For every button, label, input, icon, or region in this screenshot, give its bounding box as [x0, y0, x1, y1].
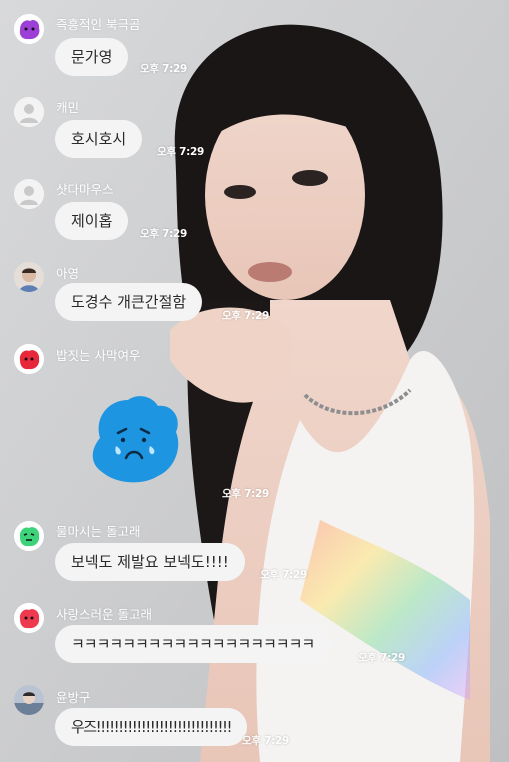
message-bubble: 보넥도 제발요 보넥도!!!! [55, 543, 245, 581]
message-bubble: 우즈!!!!!!!!!!!!!!!!!!!!!!!!!!!!!! [55, 708, 247, 746]
message-time: 오후 7:29 [222, 488, 269, 500]
photo-avatar-icon [14, 685, 44, 715]
avatar[interactable] [14, 14, 44, 44]
avatar[interactable] [14, 344, 44, 374]
message-bubble: ㅋㅋㅋㅋㅋㅋㅋㅋㅋㅋㅋㅋㅋㅋㅋㅋㅋㅋㅋ [55, 625, 331, 663]
message-bubble: 제이홉 [55, 202, 129, 240]
avatar[interactable] [14, 521, 44, 551]
avatar[interactable] [14, 685, 44, 715]
message-time: 오후 7:29 [157, 146, 204, 158]
nickname: 아영 [56, 266, 80, 281]
red-character-avatar-icon [14, 344, 44, 374]
green-character-avatar-icon [14, 521, 44, 551]
avatar[interactable] [14, 262, 44, 292]
purple-character-avatar-icon [14, 14, 44, 44]
red-character-avatar-icon [14, 603, 44, 633]
crying-blue-blob-sticker [92, 396, 179, 483]
nickname: 캐민 [56, 100, 80, 115]
nickname: 물마시는 돌고래 [56, 524, 141, 539]
message-time: 오후 7:29 [140, 228, 187, 240]
message-time: 오후 7:29 [140, 63, 187, 75]
message-bubble: 도경수 개큰간절함 [55, 283, 203, 321]
message-time: 오후 7:29 [260, 569, 307, 581]
nickname: 즉흥적인 북극곰 [56, 17, 141, 32]
nickname: 윤방구 [56, 690, 91, 705]
default-profile-avatar-icon [14, 179, 44, 209]
message-bubble: 문가영 [55, 38, 129, 76]
message-time: 오후 7:29 [242, 735, 289, 747]
nickname: 샷다마우스 [56, 182, 114, 197]
avatar[interactable] [14, 179, 44, 209]
avatar[interactable] [14, 603, 44, 633]
chat-screen: 즉흥적인 북극곰 문가영 오후 7:29 캐민 호시호시 오후 7:29 샷다마… [0, 0, 509, 762]
message-time: 오후 7:29 [358, 652, 405, 664]
photo-avatar-icon [14, 262, 44, 292]
message-time: 오후 7:29 [222, 310, 269, 322]
nickname: 사랑스러운 돌고래 [56, 607, 152, 622]
default-profile-avatar-icon [14, 97, 44, 127]
nickname: 밥짓는 사막여우 [56, 348, 141, 363]
message-bubble: 호시호시 [55, 120, 143, 158]
avatar[interactable] [14, 97, 44, 127]
